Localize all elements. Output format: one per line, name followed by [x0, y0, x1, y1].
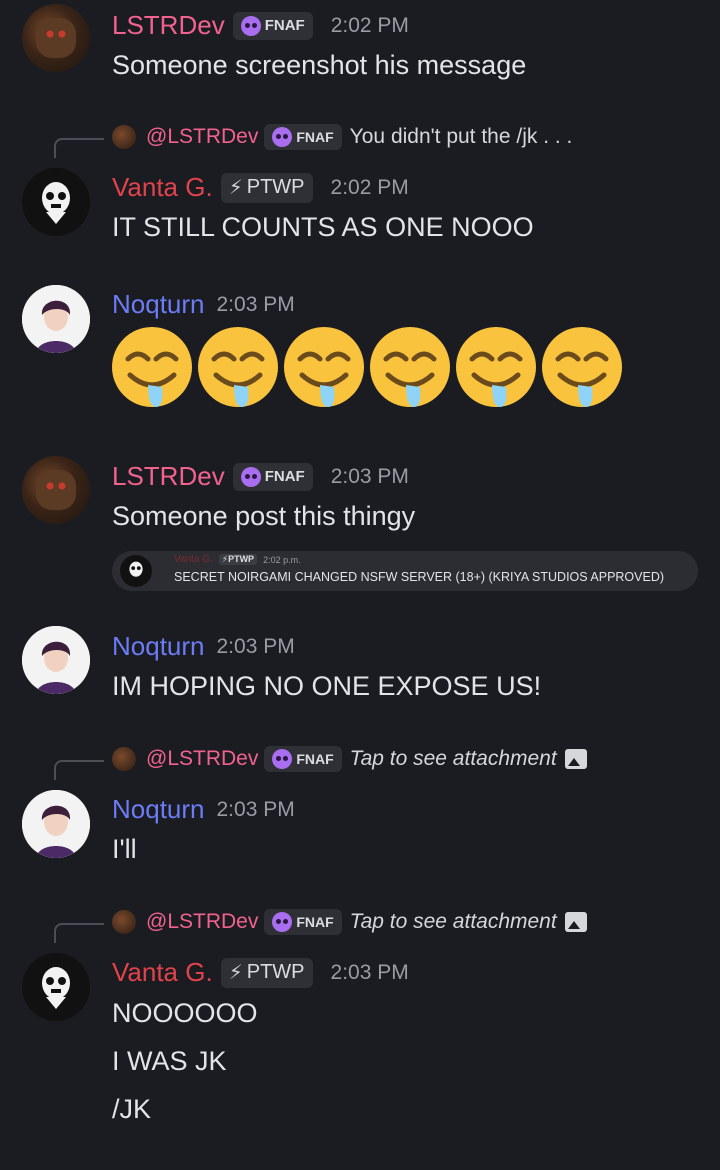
reply-avatar: [112, 747, 136, 771]
reply-reference[interactable]: @LSTRDev FNAF You didn't put the /jk . .…: [0, 120, 720, 158]
skull-icon: [272, 912, 293, 932]
avatar-lstrdev[interactable]: [22, 456, 90, 524]
username[interactable]: Vanta G.: [112, 957, 213, 988]
reply-reference[interactable]: @LSTRDev FNAF Tap to see attachment: [0, 742, 720, 780]
server-tag-badge: FNAF: [264, 746, 342, 772]
avatar-lstrdev[interactable]: [22, 4, 90, 72]
avatar-noqturn[interactable]: [22, 790, 90, 858]
drooling-face-emoji: [370, 327, 450, 407]
reply-reference[interactable]: @LSTRDev FNAF Tap to see attachment: [0, 905, 720, 943]
drooling-face-emoji: [284, 327, 364, 407]
timestamp: 2:03 PM: [216, 797, 295, 821]
forwarded-message-embed[interactable]: Vanta G. ⚡PTWP 2:02 p.m. SECRET NOIRGAMI…: [112, 551, 698, 591]
image-icon: [564, 912, 587, 932]
server-tag-badge: FNAF: [264, 124, 342, 150]
message-text: IM HOPING NO ONE EXPOSE US!: [112, 671, 542, 701]
server-tag-badge[interactable]: FNAF: [232, 462, 313, 491]
username[interactable]: Noqturn: [112, 631, 205, 662]
reply-text: You didn't put the /jk . . .: [349, 125, 573, 148]
reply-author[interactable]: @LSTRDev: [146, 910, 258, 934]
drooling-face-emoji: [456, 327, 536, 407]
reply-text: Tap to see attachment: [349, 910, 557, 933]
skull-icon: [240, 15, 261, 36]
skull-icon: [272, 749, 293, 769]
drooling-face-emoji: [198, 327, 278, 407]
skull-icon: [240, 466, 261, 487]
server-tag-badge[interactable]: ⚡ PTWP: [220, 957, 313, 988]
server-tag-badge: FNAF: [264, 909, 342, 935]
avatar-vanta[interactable]: [22, 168, 90, 236]
message-text: /JK: [112, 1094, 152, 1124]
reply-text: Tap to see attachment: [349, 747, 557, 770]
username[interactable]: Noqturn: [112, 794, 205, 825]
reply-avatar: [112, 125, 136, 149]
skull-icon: [272, 127, 293, 147]
message-text: IT STILL COUNTS AS ONE NOOO: [112, 212, 534, 242]
reply-author[interactable]: @LSTRDev: [146, 747, 258, 771]
reply-avatar: [112, 910, 136, 934]
emoji-row: [110, 325, 624, 409]
reply-spine: [54, 138, 104, 158]
timestamp: 2:02 PM: [330, 13, 409, 37]
reply-spine: [54, 760, 104, 780]
message-text: Someone screenshot his message: [112, 50, 527, 80]
drooling-face-emoji: [542, 327, 622, 407]
lightning-icon: ⚡: [228, 962, 243, 984]
reply-spine: [54, 923, 104, 943]
username[interactable]: LSTRDev: [112, 10, 225, 41]
timestamp: 2:03 PM: [330, 960, 409, 984]
avatar-noqturn[interactable]: [22, 285, 90, 353]
message-text: NOOOOOO: [112, 998, 258, 1028]
lightning-icon: ⚡: [228, 177, 243, 199]
timestamp: 2:02 PM: [330, 175, 409, 199]
server-tag-badge[interactable]: ⚡ PTWP: [220, 172, 313, 203]
image-icon: [564, 749, 587, 769]
timestamp: 2:03 PM: [216, 634, 295, 658]
message-text: I WAS JK: [112, 1046, 227, 1076]
timestamp: 2:03 PM: [216, 292, 295, 316]
embed-author: Vanta G.: [174, 554, 213, 565]
username[interactable]: Vanta G.: [112, 172, 213, 203]
embed-time: 2:02 p.m.: [263, 554, 301, 565]
embed-avatar: [120, 555, 152, 587]
username[interactable]: Noqturn: [112, 289, 205, 320]
username[interactable]: LSTRDev: [112, 461, 225, 492]
embed-tag-badge: ⚡PTWP: [218, 554, 258, 565]
message-text: I'll: [112, 834, 137, 864]
reply-author[interactable]: @LSTRDev: [146, 125, 258, 149]
drooling-face-emoji: [112, 327, 192, 407]
avatar-vanta[interactable]: [22, 953, 90, 1021]
avatar-noqturn[interactable]: [22, 626, 90, 694]
embed-text: SECRET NOIRGAMI CHANGED NSFW SERVER (18+…: [174, 570, 665, 584]
timestamp: 2:03 PM: [330, 464, 409, 488]
server-tag-badge[interactable]: FNAF: [232, 11, 313, 40]
message-text: Someone post this thingy: [112, 501, 416, 531]
